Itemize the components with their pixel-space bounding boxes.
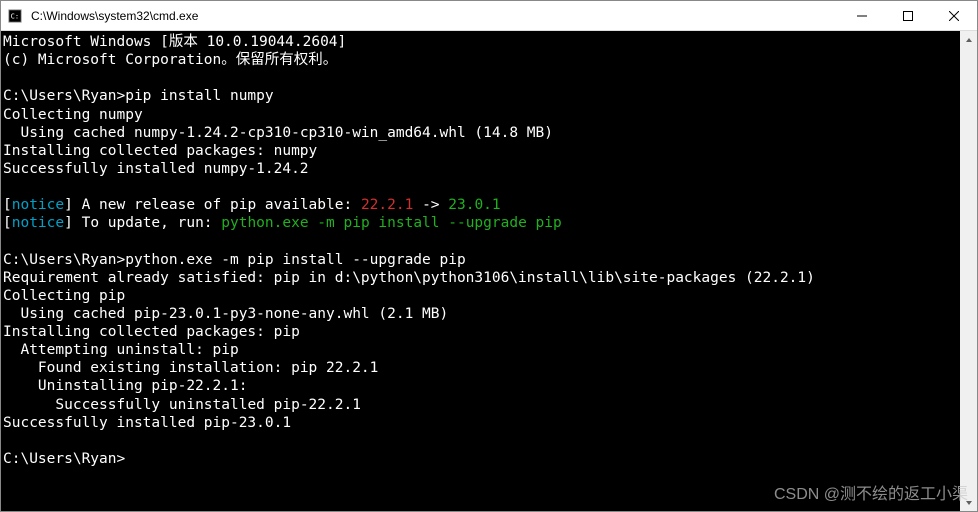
notice2-bracket-close: ] bbox=[64, 215, 73, 231]
os-version-line: Microsoft Windows [版本 10.0.19044.2604] bbox=[3, 34, 346, 50]
notice2-bracket-open: [ bbox=[3, 215, 12, 231]
out-cached-numpy: Using cached numpy-1.24.2-cp310-cp310-wi… bbox=[3, 125, 553, 141]
terminal-output[interactable]: Microsoft Windows [版本 10.0.19044.2604] (… bbox=[1, 31, 960, 511]
out-installing-numpy: Installing collected packages: numpy bbox=[3, 143, 317, 159]
terminal-area: Microsoft Windows [版本 10.0.19044.2604] (… bbox=[1, 31, 977, 511]
cmd-icon: C: bbox=[7, 8, 23, 24]
notice1-word: notice bbox=[12, 197, 64, 213]
window-title: C:\Windows\system32\cmd.exe bbox=[29, 9, 839, 23]
prompt-1: C:\Users\Ryan> bbox=[3, 88, 125, 104]
out-success-numpy: Successfully installed numpy-1.24.2 bbox=[3, 161, 309, 177]
out-installing-pip: Installing collected packages: pip bbox=[3, 324, 300, 340]
window-controls bbox=[839, 1, 977, 31]
out-collecting-numpy: Collecting numpy bbox=[3, 107, 143, 123]
out-cached-pip: Using cached pip-23.0.1-py3-none-any.whl… bbox=[3, 306, 448, 322]
minimize-button[interactable] bbox=[839, 1, 885, 31]
close-button[interactable] bbox=[931, 1, 977, 31]
copyright-line: (c) Microsoft Corporation。保留所有权利。 bbox=[3, 52, 337, 68]
out-attempt-uninstall: Attempting uninstall: pip bbox=[3, 342, 239, 358]
out-uninstalled-ok: Successfully uninstalled pip-22.2.1 bbox=[3, 397, 361, 413]
notice2-command: python.exe -m pip install --upgrade pip bbox=[221, 215, 561, 231]
command-2: python.exe -m pip install --upgrade pip bbox=[125, 252, 465, 268]
command-1: pip install numpy bbox=[125, 88, 273, 104]
notice1-arrow: -> bbox=[413, 197, 448, 213]
notice1-old-version: 22.2.1 bbox=[361, 197, 413, 213]
scroll-down-arrow-icon[interactable] bbox=[960, 494, 977, 511]
maximize-button[interactable] bbox=[885, 1, 931, 31]
titlebar[interactable]: C: C:\Windows\system32\cmd.exe bbox=[1, 1, 977, 31]
cmd-window: C: C:\Windows\system32\cmd.exe Microsoft… bbox=[0, 0, 978, 512]
prompt-2: C:\Users\Ryan> bbox=[3, 252, 125, 268]
out-found-existing: Found existing installation: pip 22.2.1 bbox=[3, 360, 378, 376]
vertical-scrollbar[interactable] bbox=[960, 31, 977, 511]
notice1-bracket-open: [ bbox=[3, 197, 12, 213]
out-uninstalling: Uninstalling pip-22.2.1: bbox=[3, 378, 247, 394]
out-collecting-pip: Collecting pip bbox=[3, 288, 125, 304]
notice1-new-version: 23.0.1 bbox=[448, 197, 500, 213]
svg-text:C:: C: bbox=[11, 12, 19, 20]
notice1-text: A new release of pip available: bbox=[73, 197, 361, 213]
scroll-track[interactable] bbox=[960, 48, 977, 494]
notice1-bracket-close: ] bbox=[64, 197, 73, 213]
out-success-pip: Successfully installed pip-23.0.1 bbox=[3, 415, 291, 431]
scroll-up-arrow-icon[interactable] bbox=[960, 31, 977, 48]
out-req-satisfied: Requirement already satisfied: pip in d:… bbox=[3, 270, 815, 286]
notice2-word: notice bbox=[12, 215, 64, 231]
prompt-3: C:\Users\Ryan> bbox=[3, 451, 125, 467]
notice2-text: To update, run: bbox=[73, 215, 221, 231]
